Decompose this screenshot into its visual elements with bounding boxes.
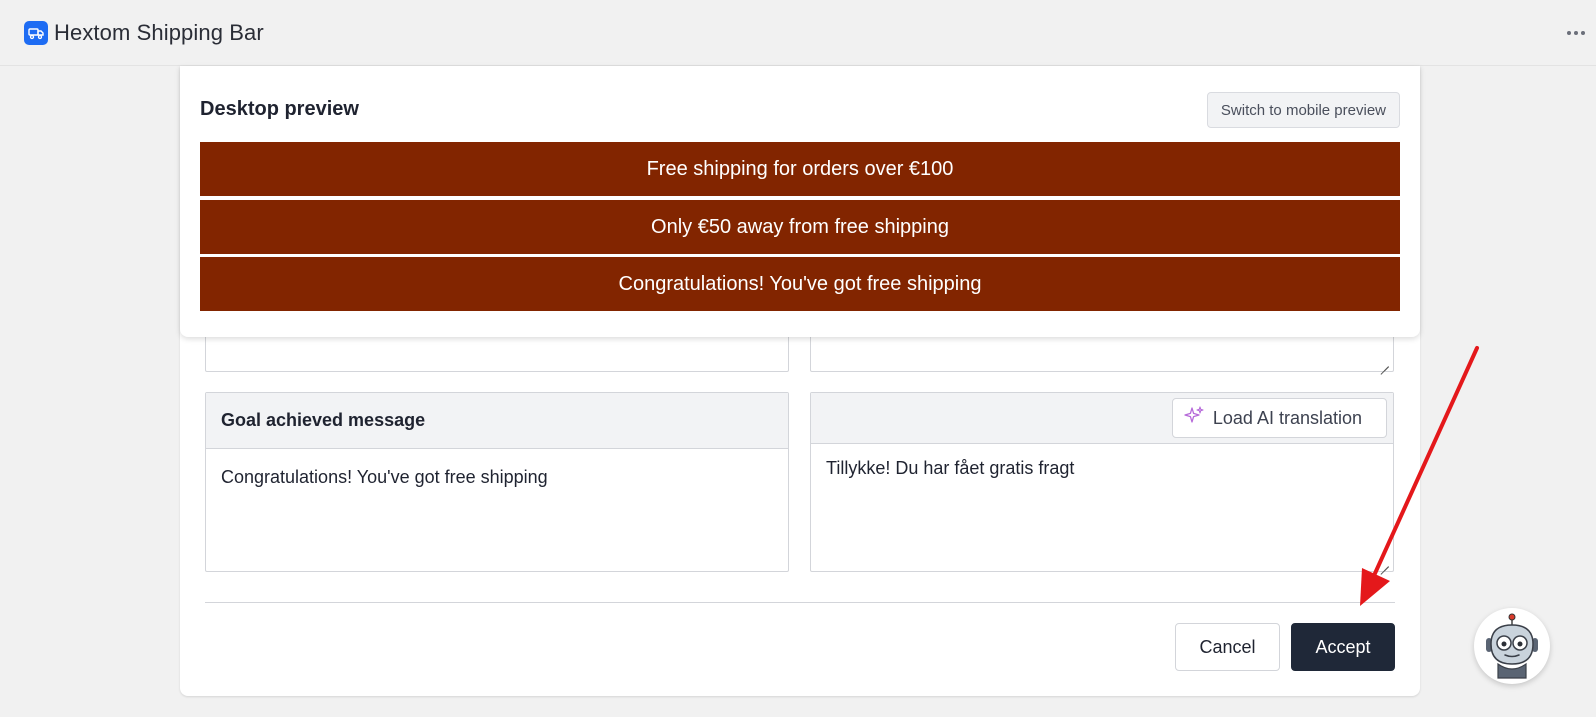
accept-button[interactable]: Accept: [1291, 623, 1395, 671]
shipping-bar-goal-achieved: Congratulations! You've got free shippin…: [200, 257, 1400, 311]
more-options-icon[interactable]: [1564, 25, 1588, 41]
resize-handle-icon[interactable]: [1379, 557, 1389, 567]
resize-handle-icon[interactable]: [1379, 357, 1389, 367]
actions-divider: [205, 602, 1395, 603]
switch-to-mobile-preview-button[interactable]: Switch to mobile preview: [1206, 92, 1400, 128]
cancel-button[interactable]: Cancel: [1175, 623, 1280, 671]
app-title: Hextom Shipping Bar: [54, 20, 264, 45]
truck-icon: [24, 21, 48, 45]
sparkle-icon: [1183, 405, 1205, 432]
translation-textarea[interactable]: Tillykke! Du har fået gratis fragt: [811, 444, 1393, 493]
translation-header: Load AI translation: [811, 393, 1393, 444]
load-ai-translation-button[interactable]: Load AI translation: [1171, 398, 1387, 438]
load-ai-translation-label: Load AI translation: [1212, 407, 1362, 428]
shipping-bar-initial: Free shipping for orders over €100: [200, 142, 1400, 196]
app-header: Hextom Shipping Bar: [0, 0, 1596, 66]
robot-chat-icon[interactable]: [1474, 608, 1550, 684]
goal-achieved-translation: Load AI translation Tillykke! Du har fåe…: [810, 392, 1394, 572]
preview-title: Desktop preview: [200, 98, 359, 120]
goal-achieved-original-text: Congratulations! You've got free shippin…: [221, 467, 548, 487]
goal-achieved-label: Goal achieved message: [206, 393, 788, 449]
goal-achieved-original: Goal achieved message Congratulations! Y…: [205, 392, 789, 572]
shipping-bar-progress: Only €50 away from free shipping: [200, 200, 1400, 254]
desktop-preview-panel: Desktop preview Switch to mobile preview…: [180, 66, 1420, 337]
